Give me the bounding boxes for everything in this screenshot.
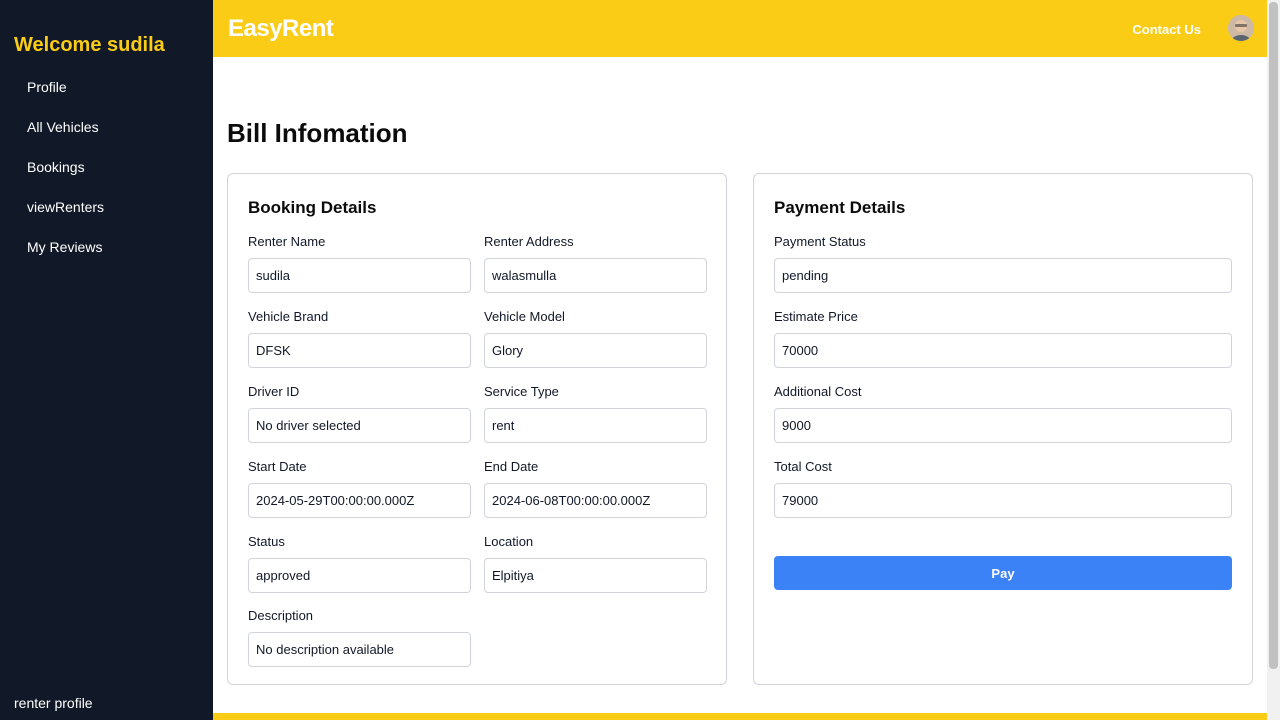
driver-id-input[interactable]: No driver selected bbox=[248, 408, 471, 443]
service-type-field: Service Type rent bbox=[484, 384, 707, 443]
estimate-price-label: Estimate Price bbox=[774, 309, 858, 324]
description-label: Description bbox=[248, 608, 314, 623]
payment-status-field: Payment Status pending bbox=[774, 234, 1232, 293]
sidebar-item-view-renters[interactable]: viewRenters bbox=[0, 194, 213, 234]
vehicle-brand-field: Vehicle Brand DFSK bbox=[248, 309, 471, 368]
renter-profile-link[interactable]: renter profile bbox=[14, 695, 93, 711]
vehicle-brand-label: Vehicle Brand bbox=[248, 309, 329, 324]
renter-address-input[interactable]: walasmulla bbox=[484, 258, 707, 293]
location-label: Location bbox=[484, 534, 534, 549]
start-date-input[interactable]: 2024-05-29T00:00:00.000Z bbox=[248, 483, 471, 518]
additional-cost-label: Additional Cost bbox=[774, 384, 862, 399]
page-title: Bill Infomation bbox=[227, 118, 408, 148]
pay-button[interactable]: Pay bbox=[774, 556, 1232, 590]
end-date-input[interactable]: 2024-06-08T00:00:00.000Z bbox=[484, 483, 707, 518]
total-cost-input[interactable]: 79000 bbox=[774, 483, 1232, 518]
payment-status-label: Payment Status bbox=[774, 234, 866, 249]
contact-us-link[interactable]: Contact Us bbox=[1132, 22, 1201, 37]
status-field: Status approved bbox=[248, 534, 471, 593]
driver-id-field: Driver ID No driver selected bbox=[248, 384, 471, 443]
top-header: EasyRent Contact Us bbox=[213, 0, 1267, 57]
total-cost-field: Total Cost 79000 bbox=[774, 459, 1232, 518]
location-field: Location Elpitiya bbox=[484, 534, 707, 593]
status-input[interactable]: approved bbox=[248, 558, 471, 593]
user-avatar-icon[interactable] bbox=[1228, 15, 1254, 41]
payment-details-card: Payment Details Payment Status pending E… bbox=[753, 173, 1253, 685]
service-type-input[interactable]: rent bbox=[484, 408, 707, 443]
renter-name-label: Renter Name bbox=[248, 234, 326, 249]
service-type-label: Service Type bbox=[484, 384, 559, 399]
renter-name-field: Renter Name sudila bbox=[248, 234, 471, 293]
renter-name-input[interactable]: sudila bbox=[248, 258, 471, 293]
estimate-price-field: Estimate Price 70000 bbox=[774, 309, 1232, 368]
sidebar-item-my-reviews[interactable]: My Reviews bbox=[0, 234, 213, 274]
total-cost-label: Total Cost bbox=[774, 459, 832, 474]
renter-address-field: Renter Address walasmulla bbox=[484, 234, 707, 293]
estimate-price-input[interactable]: 70000 bbox=[774, 333, 1232, 368]
driver-id-label: Driver ID bbox=[248, 384, 300, 399]
scrollbar-thumb[interactable] bbox=[1269, 2, 1278, 669]
vehicle-model-input[interactable]: Glory bbox=[484, 333, 707, 368]
end-date-label: End Date bbox=[484, 459, 539, 474]
vehicle-model-field: Vehicle Model Glory bbox=[484, 309, 707, 368]
brand-logo[interactable]: EasyRent bbox=[228, 15, 334, 43]
booking-details-card: Booking Details Renter Name sudila Rente… bbox=[227, 173, 727, 685]
additional-cost-input[interactable]: 9000 bbox=[774, 408, 1232, 443]
sidebar-item-profile[interactable]: Profile bbox=[0, 74, 213, 114]
payment-status-input[interactable]: pending bbox=[774, 258, 1232, 293]
additional-cost-field: Additional Cost 9000 bbox=[774, 384, 1232, 443]
sidebar: Welcome sudila Profile All Vehicles Book… bbox=[0, 0, 213, 720]
start-date-label: Start Date bbox=[248, 459, 307, 474]
description-input[interactable]: No description available bbox=[248, 632, 471, 667]
renter-address-label: Renter Address bbox=[484, 234, 574, 249]
start-date-field: Start Date 2024-05-29T00:00:00.000Z bbox=[248, 459, 471, 518]
footer-strip bbox=[213, 713, 1267, 720]
payment-details-heading: Payment Details bbox=[774, 198, 906, 217]
welcome-text: Welcome sudila bbox=[14, 34, 165, 56]
end-date-field: End Date 2024-06-08T00:00:00.000Z bbox=[484, 459, 707, 518]
description-field: Description No description available bbox=[248, 608, 471, 667]
status-label: Status bbox=[248, 534, 285, 549]
location-input[interactable]: Elpitiya bbox=[484, 558, 707, 593]
sidebar-item-all-vehicles[interactable]: All Vehicles bbox=[0, 114, 213, 154]
sidebar-item-bookings[interactable]: Bookings bbox=[0, 154, 213, 194]
vehicle-brand-input[interactable]: DFSK bbox=[248, 333, 471, 368]
booking-details-heading: Booking Details bbox=[248, 198, 377, 217]
vehicle-model-label: Vehicle Model bbox=[484, 309, 565, 324]
